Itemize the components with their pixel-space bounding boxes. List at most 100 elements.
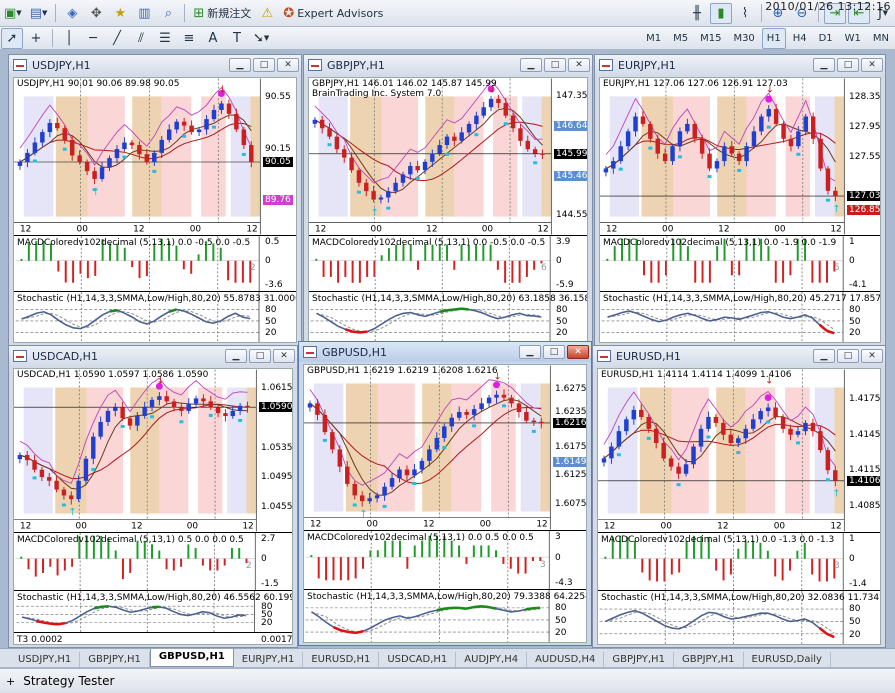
- data-window-button[interactable]: ✥: [85, 3, 107, 24]
- minimize-button[interactable]: ▁: [225, 349, 247, 363]
- maximize-button[interactable]: □: [253, 58, 275, 72]
- stochastic-pane[interactable]: Stochastic (H1,14,3,3,SMMA,Low/High,80,2…: [600, 291, 880, 342]
- macd-pane[interactable]: MACDColoredv102decimal (5,13,1) 0.0 -0.5…: [14, 235, 296, 291]
- maximize-button[interactable]: □: [543, 345, 565, 359]
- time-axis-label: 12: [537, 224, 548, 234]
- timeframe-button-m30[interactable]: M30: [728, 28, 759, 49]
- price-pane[interactable]: ↓ ↑ 12 00 12 00 12 EURUSD,H1 1.4114 1.4114 1.40…: [598, 369, 880, 532]
- maximize-button[interactable]: □: [544, 58, 566, 72]
- timeframe-button-m1[interactable]: M1: [641, 28, 666, 49]
- price-pane[interactable]: ↓ ↑ 12 00 12 00 12 EURJPY,H1 127.06 127.06 126.…: [600, 78, 880, 235]
- candlestick-button[interactable]: ▮: [710, 2, 732, 24]
- chart-tab[interactable]: GBPJPY,H1: [80, 652, 150, 667]
- navigator-button[interactable]: ★: [109, 3, 131, 24]
- chart-window-gbpjpy-h1[interactable]: GBPJPY,H1 ▁ □ ✕ ↓ ↑ 12 00 12 00 12 GBPJPY,H1 146.01…: [303, 54, 593, 346]
- timeframe-button-d1[interactable]: D1: [814, 28, 838, 49]
- extra-indicator-pane[interactable]: T3 0.0002 0.0017: [14, 632, 292, 644]
- channel-button[interactable]: ⫽: [130, 28, 152, 49]
- new-chart-button[interactable]: ▣ ▼: [1, 3, 25, 24]
- close-button[interactable]: ✕: [273, 349, 295, 363]
- macd-pane[interactable]: MACDColoredv102decimal (5,13,1) 0.0 -1.3…: [598, 532, 880, 590]
- chart-window-usdjpy-h1[interactable]: USDJPY,H1 ▁ □ ✕ ↓ ↑ 12 00 12 00 12 USDJPY,H1 90.01 …: [8, 54, 302, 346]
- close-button[interactable]: ✕: [277, 58, 299, 72]
- maximize-button[interactable]: □: [249, 349, 271, 363]
- timeframe-button-w1[interactable]: W1: [840, 28, 866, 49]
- text-button[interactable]: A: [202, 28, 224, 49]
- macd-pane[interactable]: MACDColoredv102decimal (5,13,1) 0.0 -0.5…: [309, 235, 587, 291]
- macd-bar-up: [384, 540, 387, 558]
- terminal-button[interactable]: ▥: [133, 3, 155, 24]
- price-pane[interactable]: ↓ ↑ 12 00 12 00 12 GBPJPY,H1 146.01 146.02 145.…: [309, 78, 587, 235]
- maximize-button[interactable]: □: [837, 349, 859, 363]
- minimize-button[interactable]: ▁: [813, 58, 835, 72]
- market-watch-button[interactable]: ◈: [61, 3, 83, 24]
- price-pane[interactable]: ↓ ↑ 12 00 12 00 12 USDJPY,H1 90.01 90.06 89.98 …: [14, 78, 296, 235]
- maximize-button[interactable]: □: [837, 58, 859, 72]
- chart-tab[interactable]: USDCAD,H1: [379, 652, 457, 667]
- crosshair-button[interactable]: +: [25, 28, 47, 49]
- text-label-button[interactable]: T: [226, 28, 248, 49]
- macd-pane[interactable]: MACDColoredv102decimal (5,13,1) 0.5 0.0 …: [14, 532, 292, 590]
- window-titlebar[interactable]: EURJPY,H1 ▁ □ ✕: [595, 55, 885, 75]
- new-order-button[interactable]: ⊞ 新規注文: [190, 3, 254, 24]
- macd-bar-up: [604, 556, 607, 559]
- tester-button[interactable]: ⌕: [157, 3, 179, 24]
- minimize-button[interactable]: ▁: [229, 58, 251, 72]
- close-button[interactable]: ✕: [861, 349, 883, 363]
- minimize-button[interactable]: ▁: [813, 349, 835, 363]
- horizontal-line-button[interactable]: ─: [82, 28, 104, 49]
- cursor-button[interactable]: ➚: [1, 27, 23, 49]
- close-button[interactable]: ✕: [568, 58, 590, 72]
- window-titlebar[interactable]: EURUSD,H1 ▁ □ ✕: [593, 346, 885, 366]
- chart-tab[interactable]: EURUSD,Daily: [744, 652, 831, 667]
- timeframe-button-m15[interactable]: M15: [695, 28, 726, 49]
- chart-tab[interactable]: EURUSD,H1: [303, 652, 380, 667]
- line-chart-button[interactable]: ⌇: [734, 3, 756, 24]
- arrows-button[interactable]: ➘ ▼: [250, 28, 272, 49]
- expert-advisors-button[interactable]: ✪ Expert Advisors: [280, 3, 386, 24]
- bar-chart-button[interactable]: ╫: [686, 3, 708, 24]
- close-button[interactable]: ✕: [861, 58, 883, 72]
- minimize-button[interactable]: ▁: [519, 345, 541, 359]
- stochastic-pane[interactable]: Stochastic (H1,14,3,3,SMMA,Low/High,80,2…: [304, 589, 586, 642]
- timeframe-button-mn[interactable]: MN: [868, 28, 894, 49]
- chart-tab[interactable]: GBPUSD,H1: [149, 649, 234, 667]
- vertical-line-button[interactable]: │: [58, 28, 80, 49]
- strategy-tester-label[interactable]: Strategy Tester: [23, 674, 114, 688]
- stochastic-pane[interactable]: Stochastic (H1,14,3,3,SMMA,Low/High,80,2…: [598, 590, 880, 644]
- window-titlebar[interactable]: GBPJPY,H1 ▁ □ ✕: [304, 55, 592, 75]
- chart-tab[interactable]: AUDJPY,H4: [456, 652, 528, 667]
- price-pane[interactable]: ↓ ↑ 12 00 12 00 12 GBPUSD,H1 1.6219 1.6219 1.62…: [304, 365, 586, 530]
- stochastic-pane[interactable]: Stochastic (H1,14,3,3,SMMA,Low/High,80,2…: [14, 291, 296, 342]
- minimize-button[interactable]: ▁: [520, 58, 542, 72]
- price-pane[interactable]: ↓ ↑ 12 00 12 00 12 USDCAD,H1 1.0590 1.0597 1.05…: [14, 369, 292, 532]
- chart-tab[interactable]: USDJPY,H1: [10, 652, 81, 667]
- window-titlebar[interactable]: GBPUSD,H1 ▁ □ ✕: [299, 342, 591, 362]
- trendline-button[interactable]: ╱: [106, 28, 128, 49]
- chart-window-gbpusd-h1[interactable]: GBPUSD,H1 ▁ □ ✕ ↓ ↑ 12 00 12 00 12 GBPUSD,H1 1.6219…: [298, 341, 592, 646]
- chart-tab[interactable]: GBPJPY,H1: [604, 652, 674, 667]
- fibo-retracement-button[interactable]: ≡: [178, 28, 200, 49]
- timeframe-button-h4[interactable]: H4: [788, 28, 812, 49]
- stochastic-pane[interactable]: Stochastic (H1,14,3,3,SMMA,Low/High,80,2…: [14, 590, 292, 632]
- timeframe-button-h1[interactable]: H1: [761, 27, 786, 49]
- macd-pane[interactable]: MACDColoredv102decimal (5,13,1) 0.0 -1.9…: [600, 235, 880, 291]
- chart-client: ↓ ↑ 12 00 12 00 12 GBPUSD,H1 1.6219 1.6219 1.62…: [303, 364, 587, 643]
- stochastic-pane[interactable]: Stochastic (H1,14,3,3,SMMA,Low/High,80,2…: [309, 291, 587, 342]
- warning-button[interactable]: ⚠: [256, 3, 278, 24]
- chart-tab[interactable]: AUDUSD,H4: [527, 652, 605, 667]
- chart-window-eurusd-h1[interactable]: EURUSD,H1 ▁ □ ✕ ↓ ↑ 12 00 12 00 12 EURUSD,H1 1.4114…: [592, 345, 886, 648]
- chart-tab[interactable]: GBPJPY,H1: [674, 652, 744, 667]
- profiles-button[interactable]: ▤ ▼: [27, 3, 51, 24]
- timeframe-button-m5[interactable]: M5: [668, 28, 693, 49]
- chart-tab[interactable]: EURJPY,H1: [234, 652, 304, 667]
- tester-plus-icon[interactable]: +: [6, 676, 15, 687]
- fibo-fan-button[interactable]: ☰: [154, 28, 176, 49]
- window-titlebar[interactable]: USDCAD,H1 ▁ □ ✕: [9, 346, 297, 366]
- window-titlebar[interactable]: USDJPY,H1 ▁ □ ✕: [9, 55, 301, 75]
- close-button[interactable]: ✕: [567, 345, 589, 359]
- macd-scale-label: 0: [265, 256, 271, 267]
- chart-window-eurjpy-h1[interactable]: EURJPY,H1 ▁ □ ✕ ↓ ↑ 12 00 12 00 12 EURJPY,H1 127.06…: [594, 54, 886, 346]
- chart-window-usdcad-h1[interactable]: USDCAD,H1 ▁ □ ✕ ↓ ↑ 12 00 12 00 12 USDCAD,H1 1.0590…: [8, 345, 298, 648]
- macd-pane[interactable]: MACDColoredv102decimal (5,13,1) 0.0 0.5 …: [304, 530, 586, 589]
